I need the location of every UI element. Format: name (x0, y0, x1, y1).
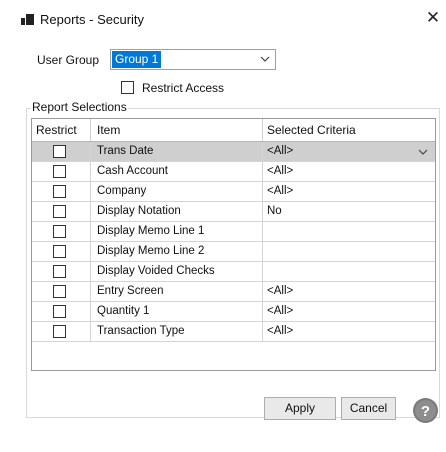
restrict-cell (32, 222, 91, 241)
item-cell: Quantity 1 (91, 302, 263, 321)
table-row[interactable]: Entry Screen <All> (32, 282, 435, 302)
restrict-cell (32, 182, 91, 201)
criteria-cell[interactable]: <All> (263, 282, 435, 301)
restrict-checkbox[interactable] (53, 285, 66, 298)
restrict-checkbox[interactable] (53, 245, 66, 258)
item-cell: Display Voided Checks (91, 262, 263, 281)
cancel-button[interactable]: Cancel (341, 397, 396, 420)
restrict-cell (32, 302, 91, 321)
item-cell: Display Memo Line 2 (91, 242, 263, 261)
restrict-checkbox[interactable] (53, 165, 66, 178)
criteria-cell[interactable]: <All> (263, 162, 435, 181)
criteria-cell[interactable] (263, 262, 435, 281)
column-header-item[interactable]: Item (91, 119, 263, 141)
restrict-cell (32, 282, 91, 301)
user-group-label: User Group (37, 53, 100, 67)
column-header-restrict[interactable]: Restrict (32, 119, 91, 141)
close-icon[interactable]: ✕ (424, 9, 442, 27)
criteria-cell[interactable]: <All> (263, 302, 435, 321)
restrict-checkbox[interactable] (53, 145, 66, 158)
table-row[interactable]: Display Voided Checks (32, 262, 435, 282)
report-selections-grid: Restrict Item Selected Criteria Trans Da… (31, 118, 436, 371)
criteria-cell[interactable]: <All> (263, 322, 435, 341)
user-group-select[interactable]: Group 1 (110, 49, 276, 70)
help-icon[interactable]: ? (412, 397, 439, 424)
apply-button[interactable]: Apply (264, 397, 336, 420)
restrict-checkbox[interactable] (53, 205, 66, 218)
table-row[interactable]: Display Memo Line 1 (32, 222, 435, 242)
item-cell: Display Notation (91, 202, 263, 221)
restrict-cell (32, 322, 91, 341)
table-row[interactable]: Display Memo Line 2 (32, 242, 435, 262)
table-row[interactable]: Quantity 1 <All> (32, 302, 435, 322)
restrict-checkbox[interactable] (53, 305, 66, 318)
restrict-cell (32, 242, 91, 261)
item-cell: Transaction Type (91, 322, 263, 341)
chevron-down-icon[interactable] (417, 146, 429, 158)
restrict-cell (32, 262, 91, 281)
chevron-down-icon (260, 56, 270, 62)
restrict-access-label: Restrict Access (142, 81, 225, 95)
window-title: Reports - Security (40, 12, 145, 27)
column-header-criteria[interactable]: Selected Criteria (263, 119, 435, 141)
table-row[interactable]: Trans Date <All> (32, 142, 435, 162)
table-row[interactable]: Company <All> (32, 182, 435, 202)
item-cell: Trans Date (91, 142, 263, 161)
restrict-checkbox[interactable] (53, 225, 66, 238)
restrict-checkbox[interactable] (53, 325, 66, 338)
restrict-cell (32, 162, 91, 181)
restrict-access-checkbox[interactable] (121, 81, 134, 94)
title-bar: Reports - Security ✕ (0, 0, 446, 38)
grid-header: Restrict Item Selected Criteria (32, 119, 435, 142)
item-cell: Display Memo Line 1 (91, 222, 263, 241)
table-row[interactable]: Transaction Type <All> (32, 322, 435, 342)
table-row[interactable]: Cash Account <All> (32, 162, 435, 182)
criteria-cell[interactable]: No (263, 202, 435, 221)
svg-text:?: ? (421, 403, 430, 420)
user-group-value: Group 1 (112, 51, 162, 68)
report-icon (21, 14, 34, 25)
item-cell: Entry Screen (91, 282, 263, 301)
restrict-cell (32, 142, 91, 161)
restrict-checkbox[interactable] (53, 265, 66, 278)
restrict-cell (32, 202, 91, 221)
report-selections-legend: Report Selections (31, 100, 128, 114)
table-row[interactable]: Display Notation No (32, 202, 435, 222)
criteria-cell[interactable]: <All> (263, 142, 435, 161)
criteria-cell[interactable] (263, 222, 435, 241)
item-cell: Company (91, 182, 263, 201)
criteria-cell[interactable]: <All> (263, 182, 435, 201)
restrict-checkbox[interactable] (53, 185, 66, 198)
item-cell: Cash Account (91, 162, 263, 181)
criteria-cell[interactable] (263, 242, 435, 261)
